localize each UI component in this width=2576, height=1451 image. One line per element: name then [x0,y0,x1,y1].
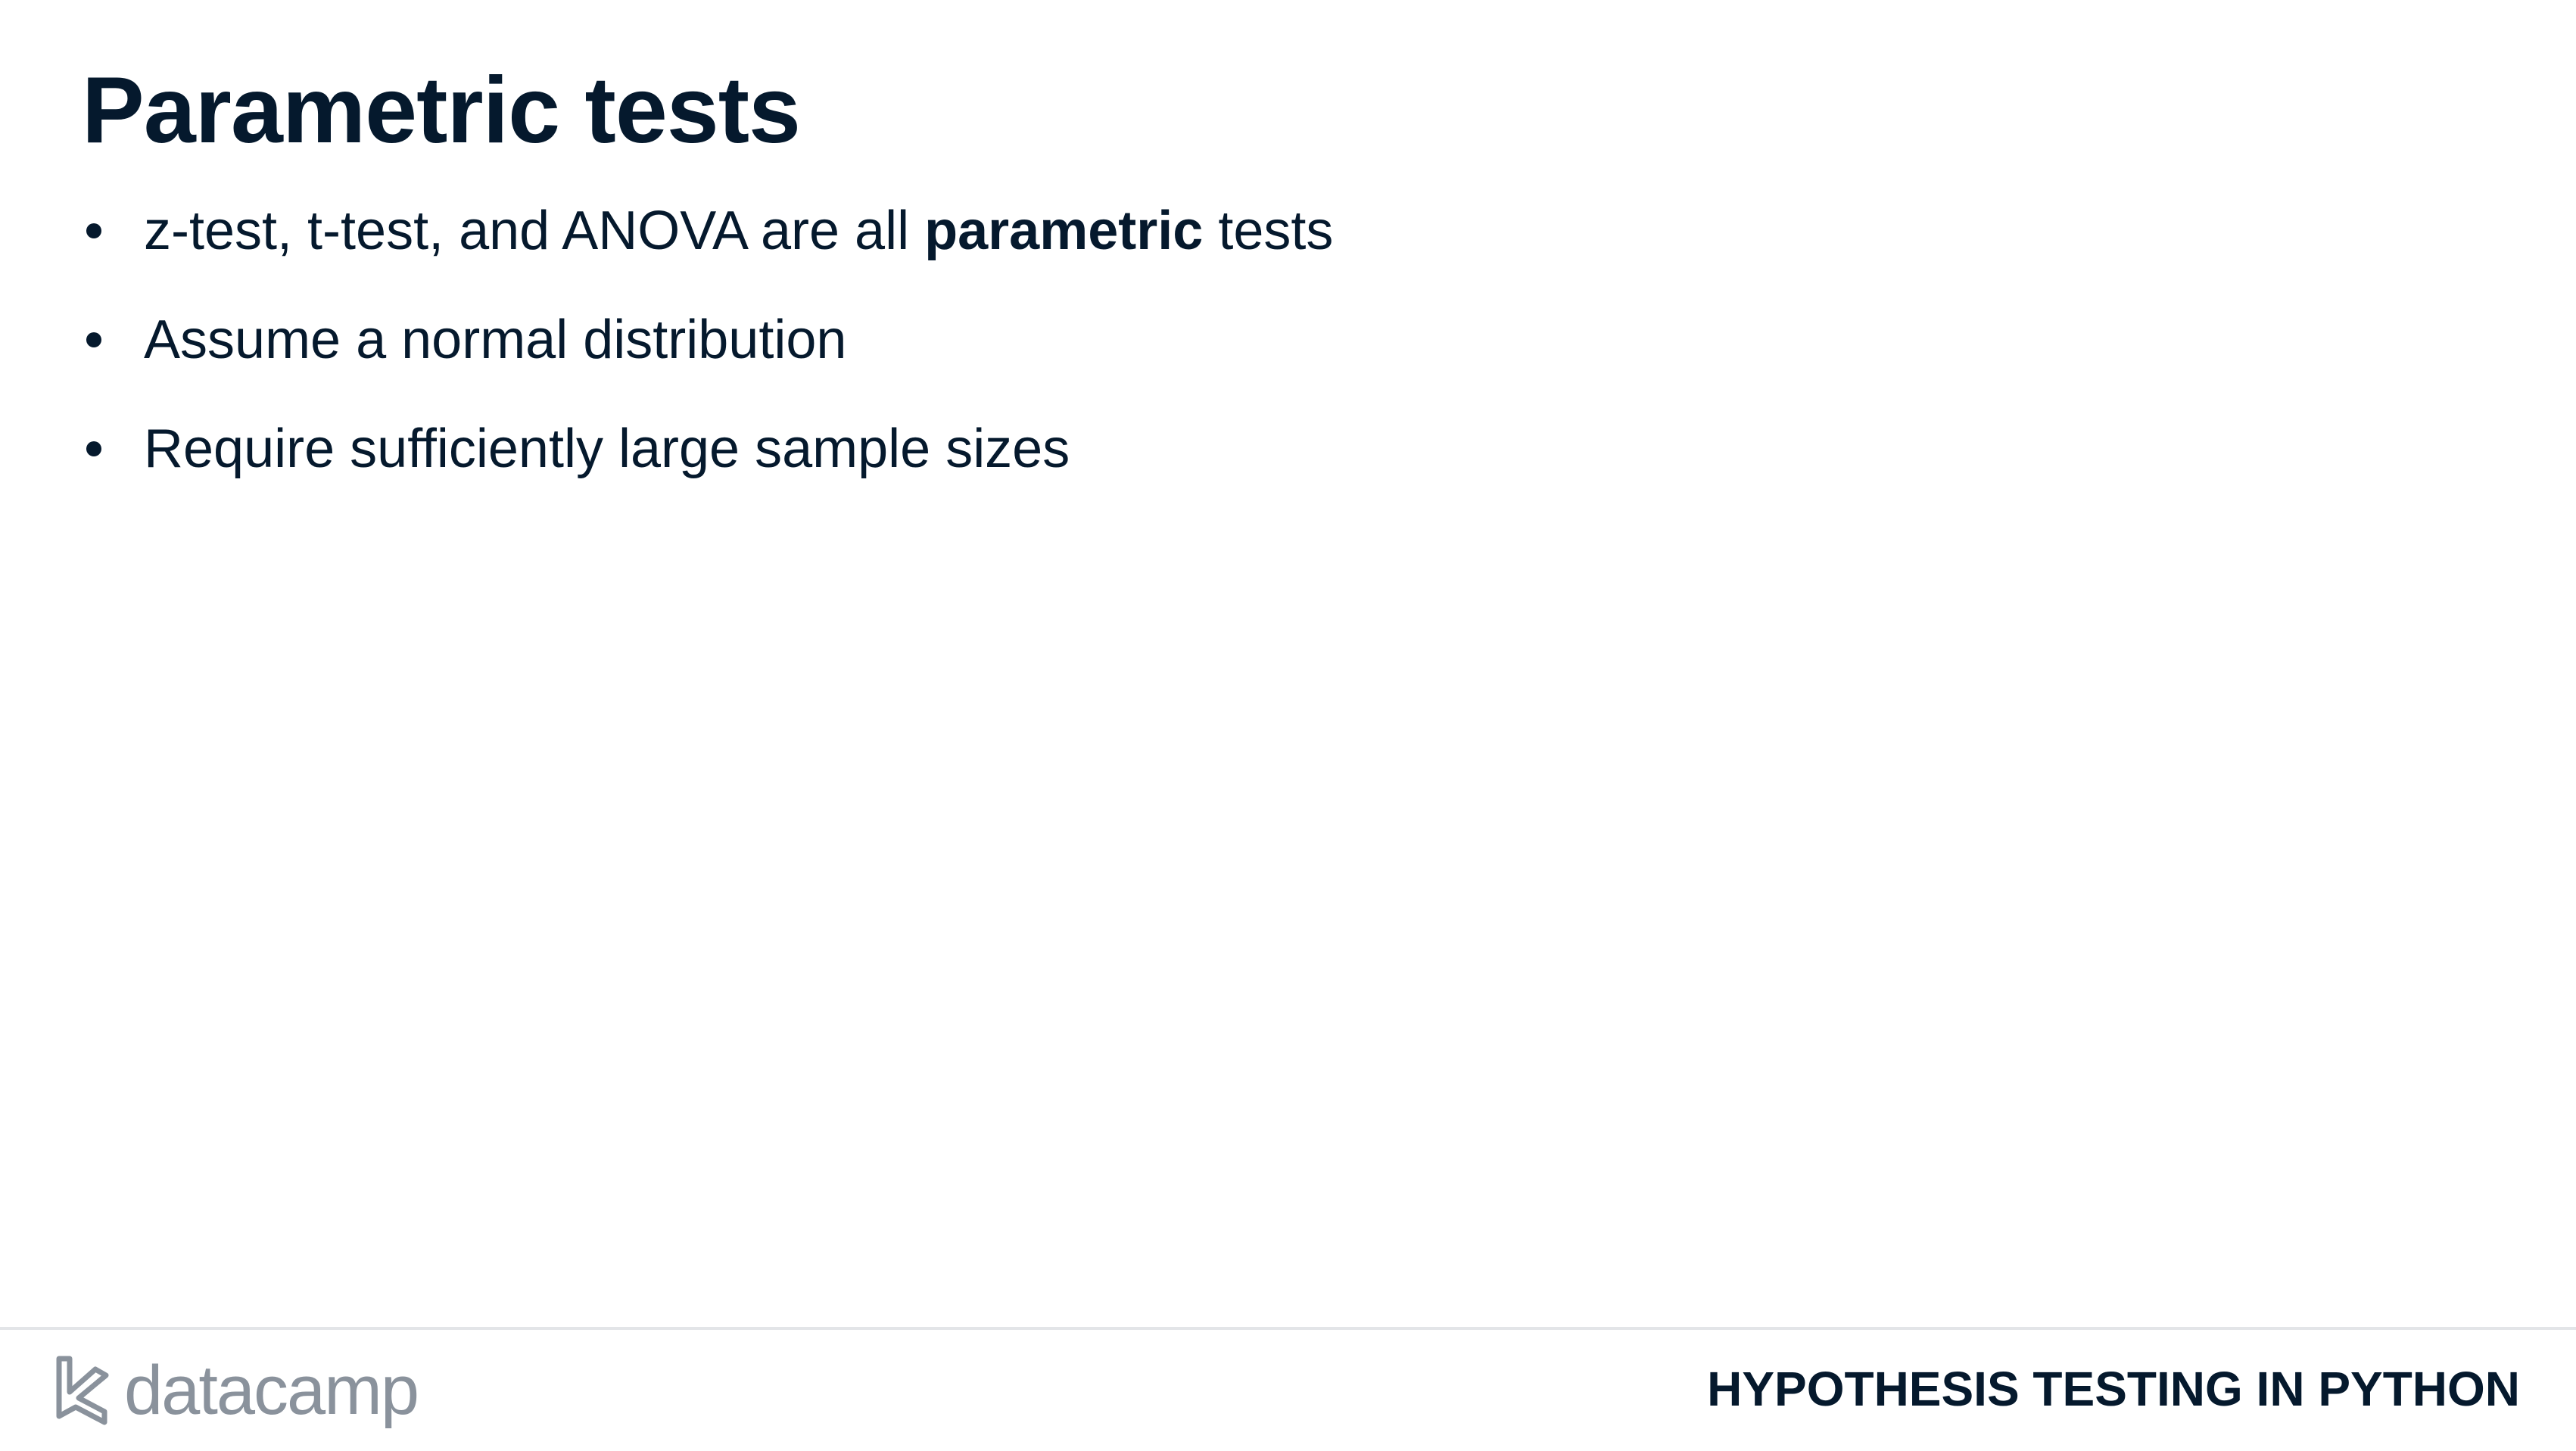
datacamp-logo: datacamp [53,1349,419,1432]
bullet-text-before: z-test, t-test, and ANOVA are all [144,201,925,261]
course-name: HYPOTHESIS TESTING IN PYTHON [1707,1362,2520,1416]
footer-divider [0,1327,2576,1330]
bullet-item-sample-sizes: Require sufficiently large sample sizes [82,400,1333,509]
bullet-item-normal-distribution: Assume a normal distribution [82,291,1333,400]
bullet-text: Assume a normal distribution [144,310,847,370]
bullet-item-parametric: z-test, t-test, and ANOVA are all parame… [82,182,1333,291]
bullet-dot-icon [86,441,101,456]
datacamp-logo-icon [56,1356,109,1425]
bullet-dot-icon [86,223,101,238]
bullet-dot-icon [86,332,101,347]
bullet-text-after: tests [1203,201,1334,261]
bullet-text: Require sufficiently large sample sizes [144,419,1070,479]
slide-title: Parametric tests [82,58,801,163]
logo-text: datacamp [124,1352,419,1429]
bullet-text-bold: parametric [924,201,1204,261]
bullet-list: z-test, t-test, and ANOVA are all parame… [82,182,1333,509]
